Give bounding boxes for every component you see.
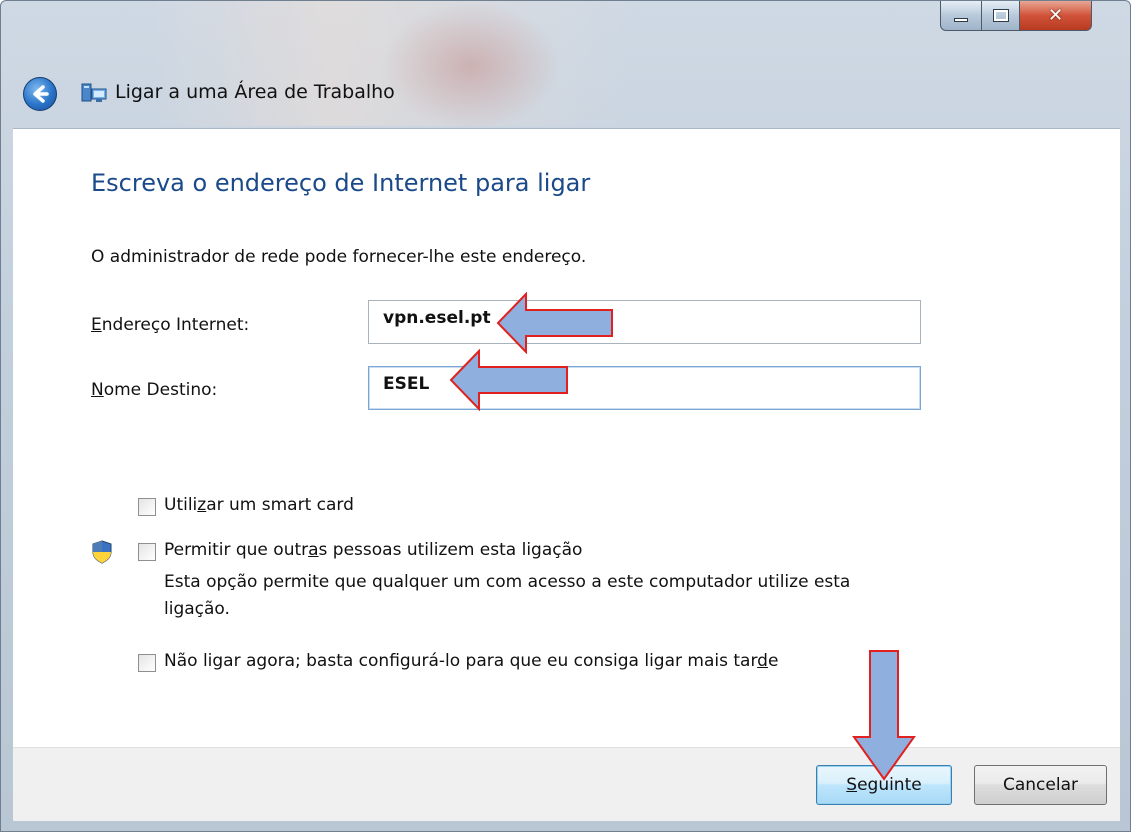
smart-card-label-post: ar um smart card — [206, 495, 354, 515]
connect-later-label-accel: d — [757, 651, 768, 671]
close-button[interactable]: ✕ — [1020, 1, 1092, 31]
dialog-window: ✕ Ligar a uma Área de Trabalho Escreva o… — [0, 0, 1131, 832]
caption-buttons: ✕ — [940, 1, 1092, 31]
uac-shield-icon — [92, 540, 112, 564]
connect-later-label[interactable]: Não ligar agora; basta configurá-lo para… — [164, 651, 778, 671]
allow-others-label[interactable]: Permitir que outras pessoas utilizem est… — [164, 540, 582, 560]
allow-others-note: Esta opção permite que qualquer um com a… — [164, 572, 851, 619]
frame-highlight — [151, 1, 751, 126]
smart-card-label-pre: Utili — [164, 495, 198, 515]
smart-card-checkbox[interactable] — [138, 498, 156, 516]
connect-later-checkbox[interactable] — [138, 654, 156, 672]
destination-label: Nome Destino: — [91, 380, 217, 400]
destination-label-rest: ome Destino: — [103, 380, 218, 400]
address-label-accel: E — [91, 315, 102, 335]
content-pane: Escreva o endereço de Internet para liga… — [13, 128, 1120, 747]
address-input[interactable]: vpn.esel.pt — [368, 300, 921, 344]
destination-input[interactable]: ESEL — [368, 366, 921, 410]
next-button-accel: S — [846, 775, 858, 795]
address-label: Endereço Internet: — [91, 315, 249, 335]
smart-card-label-accel: z — [197, 495, 207, 515]
allow-others-label-post: s pessoas utilizem esta ligação — [318, 540, 583, 560]
network-icon — [81, 83, 107, 102]
maximize-icon — [992, 9, 1009, 22]
allow-others-label-pre: Permitir que outr — [164, 540, 309, 560]
window-title: Ligar a uma Área de Trabalho — [115, 81, 395, 103]
instruction-text: O administrador de rede pode fornecer-lh… — [91, 247, 587, 267]
connect-later-label-pre: Não ligar agora; basta configurá-lo para… — [164, 651, 758, 671]
page-heading: Escreva o endereço de Internet para liga… — [91, 169, 591, 197]
next-button-rest: eguinte — [857, 775, 922, 795]
next-button[interactable]: Seguinte — [816, 765, 952, 805]
frame-glow — [381, 1, 561, 131]
minimize-button[interactable] — [940, 1, 982, 31]
address-label-rest: ndereço Internet: — [101, 315, 250, 335]
close-icon: ✕ — [1047, 5, 1064, 26]
allow-others-checkbox[interactable] — [138, 543, 156, 561]
cancel-button[interactable]: Cancelar — [974, 765, 1107, 805]
allow-others-label-accel: a — [308, 540, 319, 560]
button-bar: Seguinte Cancelar — [13, 747, 1120, 821]
smart-card-label[interactable]: Utilizar um smart card — [164, 495, 354, 515]
minimize-icon — [954, 17, 968, 22]
back-arrow-icon — [33, 85, 49, 103]
maximize-button[interactable] — [982, 1, 1020, 31]
back-button[interactable] — [23, 77, 57, 111]
connect-later-label-post: e — [767, 651, 779, 671]
destination-label-accel: N — [91, 380, 104, 400]
